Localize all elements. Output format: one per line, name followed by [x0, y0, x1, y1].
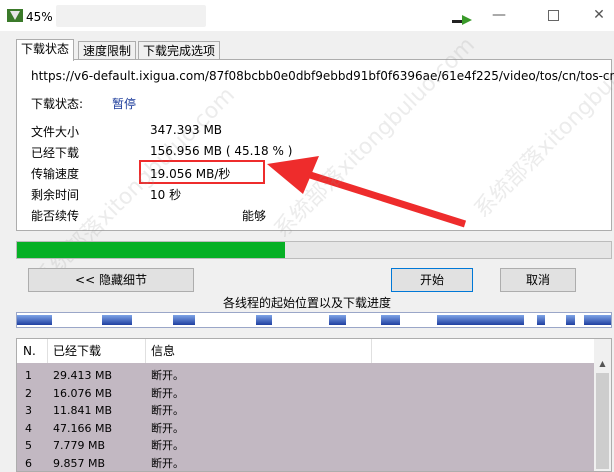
row-info: 断开。 [151, 456, 184, 470]
thread-progress-label: 各线程的起始位置以及下载进度 [222, 296, 391, 310]
table-row[interactable]: 2 16.076 MB 断开。 [17, 385, 594, 402]
table-row[interactable]: 3 11.841 MB 断开。 [17, 402, 594, 419]
column-header-downloaded[interactable]: 已经下载 [47, 339, 146, 363]
download-app-icon [7, 9, 23, 22]
status-panel: https://v6-default.ixigua.com/87f08bcbb0… [16, 13, 614, 293]
thread-segment [584, 315, 611, 325]
maximize-icon [547, 9, 559, 21]
table-row[interactable]: 5 7.779 MB 断开。 [17, 437, 594, 454]
progress-fill [17, 242, 286, 258]
table-row[interactable]: 6 9.857 MB 断开。 [17, 455, 594, 472]
row-info: 断开。 [151, 404, 184, 417]
row-downloaded: 47.166 MB [53, 421, 113, 435]
row-downloaded: 11.841 MB [53, 404, 113, 417]
resume-value: 能够 [242, 209, 267, 223]
tab-speed-limit[interactable]: 速度限制 [78, 41, 137, 60]
row-number: 2 [25, 386, 32, 400]
file-size-value: 347.393 MB [150, 123, 223, 137]
row-downloaded: 29.413 MB [53, 369, 113, 382]
minimize-button[interactable]: — [476, 0, 522, 31]
status-label: 下载状态: [31, 97, 84, 111]
maximize-button[interactable] [530, 0, 576, 31]
table-row[interactable]: 4 47.166 MB 断开。 [17, 420, 594, 437]
thread-list: N. 已经下载 信息 1 29.413 MB 断开。 2 16.076 MB 断开。 3 11… [16, 338, 612, 472]
thread-segment [255, 315, 273, 325]
tab-download-status[interactable]: 下载状态 [16, 39, 75, 61]
tab-completion-options[interactable]: 下载完成选项 [138, 41, 221, 60]
thread-segment [173, 315, 196, 325]
row-downloaded: 7.779 MB [53, 439, 106, 452]
remaining-label: 剩余时间 [31, 188, 80, 202]
thread-segment [328, 315, 347, 325]
resume-label: 能否续传 [31, 209, 80, 223]
start-button[interactable]: 开始 [391, 268, 473, 292]
close-button[interactable]: ✕ [576, 0, 614, 31]
row-number: 3 [25, 404, 32, 417]
vertical-scrollbar[interactable]: ▲ [594, 339, 611, 471]
remaining-value: 10 秒 [150, 188, 182, 202]
row-info: 断开。 [151, 421, 184, 435]
title-bar: 45% 电 — ✕ [0, 0, 614, 31]
column-header-number[interactable]: N. [17, 339, 48, 363]
title-blur [56, 5, 206, 27]
thread-segment [380, 315, 400, 325]
download-progress-bar [16, 241, 612, 259]
thread-segment [17, 315, 53, 325]
thread-segment [536, 315, 546, 325]
speed-label: 传输速度 [31, 167, 80, 181]
downloaded-label: 已经下载 [31, 146, 80, 160]
thread-segment [565, 315, 576, 325]
column-header-info[interactable]: 信息 [145, 339, 372, 363]
hide-details-button[interactable]: << 隐藏细节 [28, 268, 194, 292]
table-row[interactable]: 1 29.413 MB 断开。 [17, 367, 594, 384]
file-size-label: 文件大小 [31, 125, 80, 139]
row-downloaded: 16.076 MB [53, 386, 113, 400]
watermark: 系统部落xitongbuluo.com [469, 12, 614, 223]
row-number: 4 [25, 421, 32, 435]
row-number: 6 [25, 456, 32, 470]
row-number: 5 [25, 439, 32, 452]
row-info: 断开。 [151, 439, 184, 452]
arrow-icon [452, 15, 472, 25]
thread-progress-bar [16, 312, 612, 328]
thread-segment [101, 315, 132, 325]
cancel-button[interactable]: 取消 [500, 268, 576, 292]
scroll-up-icon[interactable]: ▲ [594, 355, 611, 372]
row-downloaded: 9.857 MB [53, 456, 106, 470]
status-value: 暂停 [112, 97, 137, 111]
speed-highlight-box [139, 160, 265, 184]
row-info: 断开。 [151, 386, 184, 400]
thread-segment [436, 315, 524, 325]
list-body: 1 29.413 MB 断开。 2 16.076 MB 断开。 3 11.841 MB 断开。 4… [17, 363, 594, 471]
row-number: 1 [25, 369, 32, 382]
row-info: 断开。 [151, 369, 184, 382]
scroll-thumb[interactable] [596, 373, 609, 469]
red-arrow-icon [267, 156, 467, 228]
download-url: https://v6-default.ixigua.com/87f08bcbb0… [31, 69, 614, 83]
list-header: N. 已经下载 信息 [17, 339, 594, 363]
